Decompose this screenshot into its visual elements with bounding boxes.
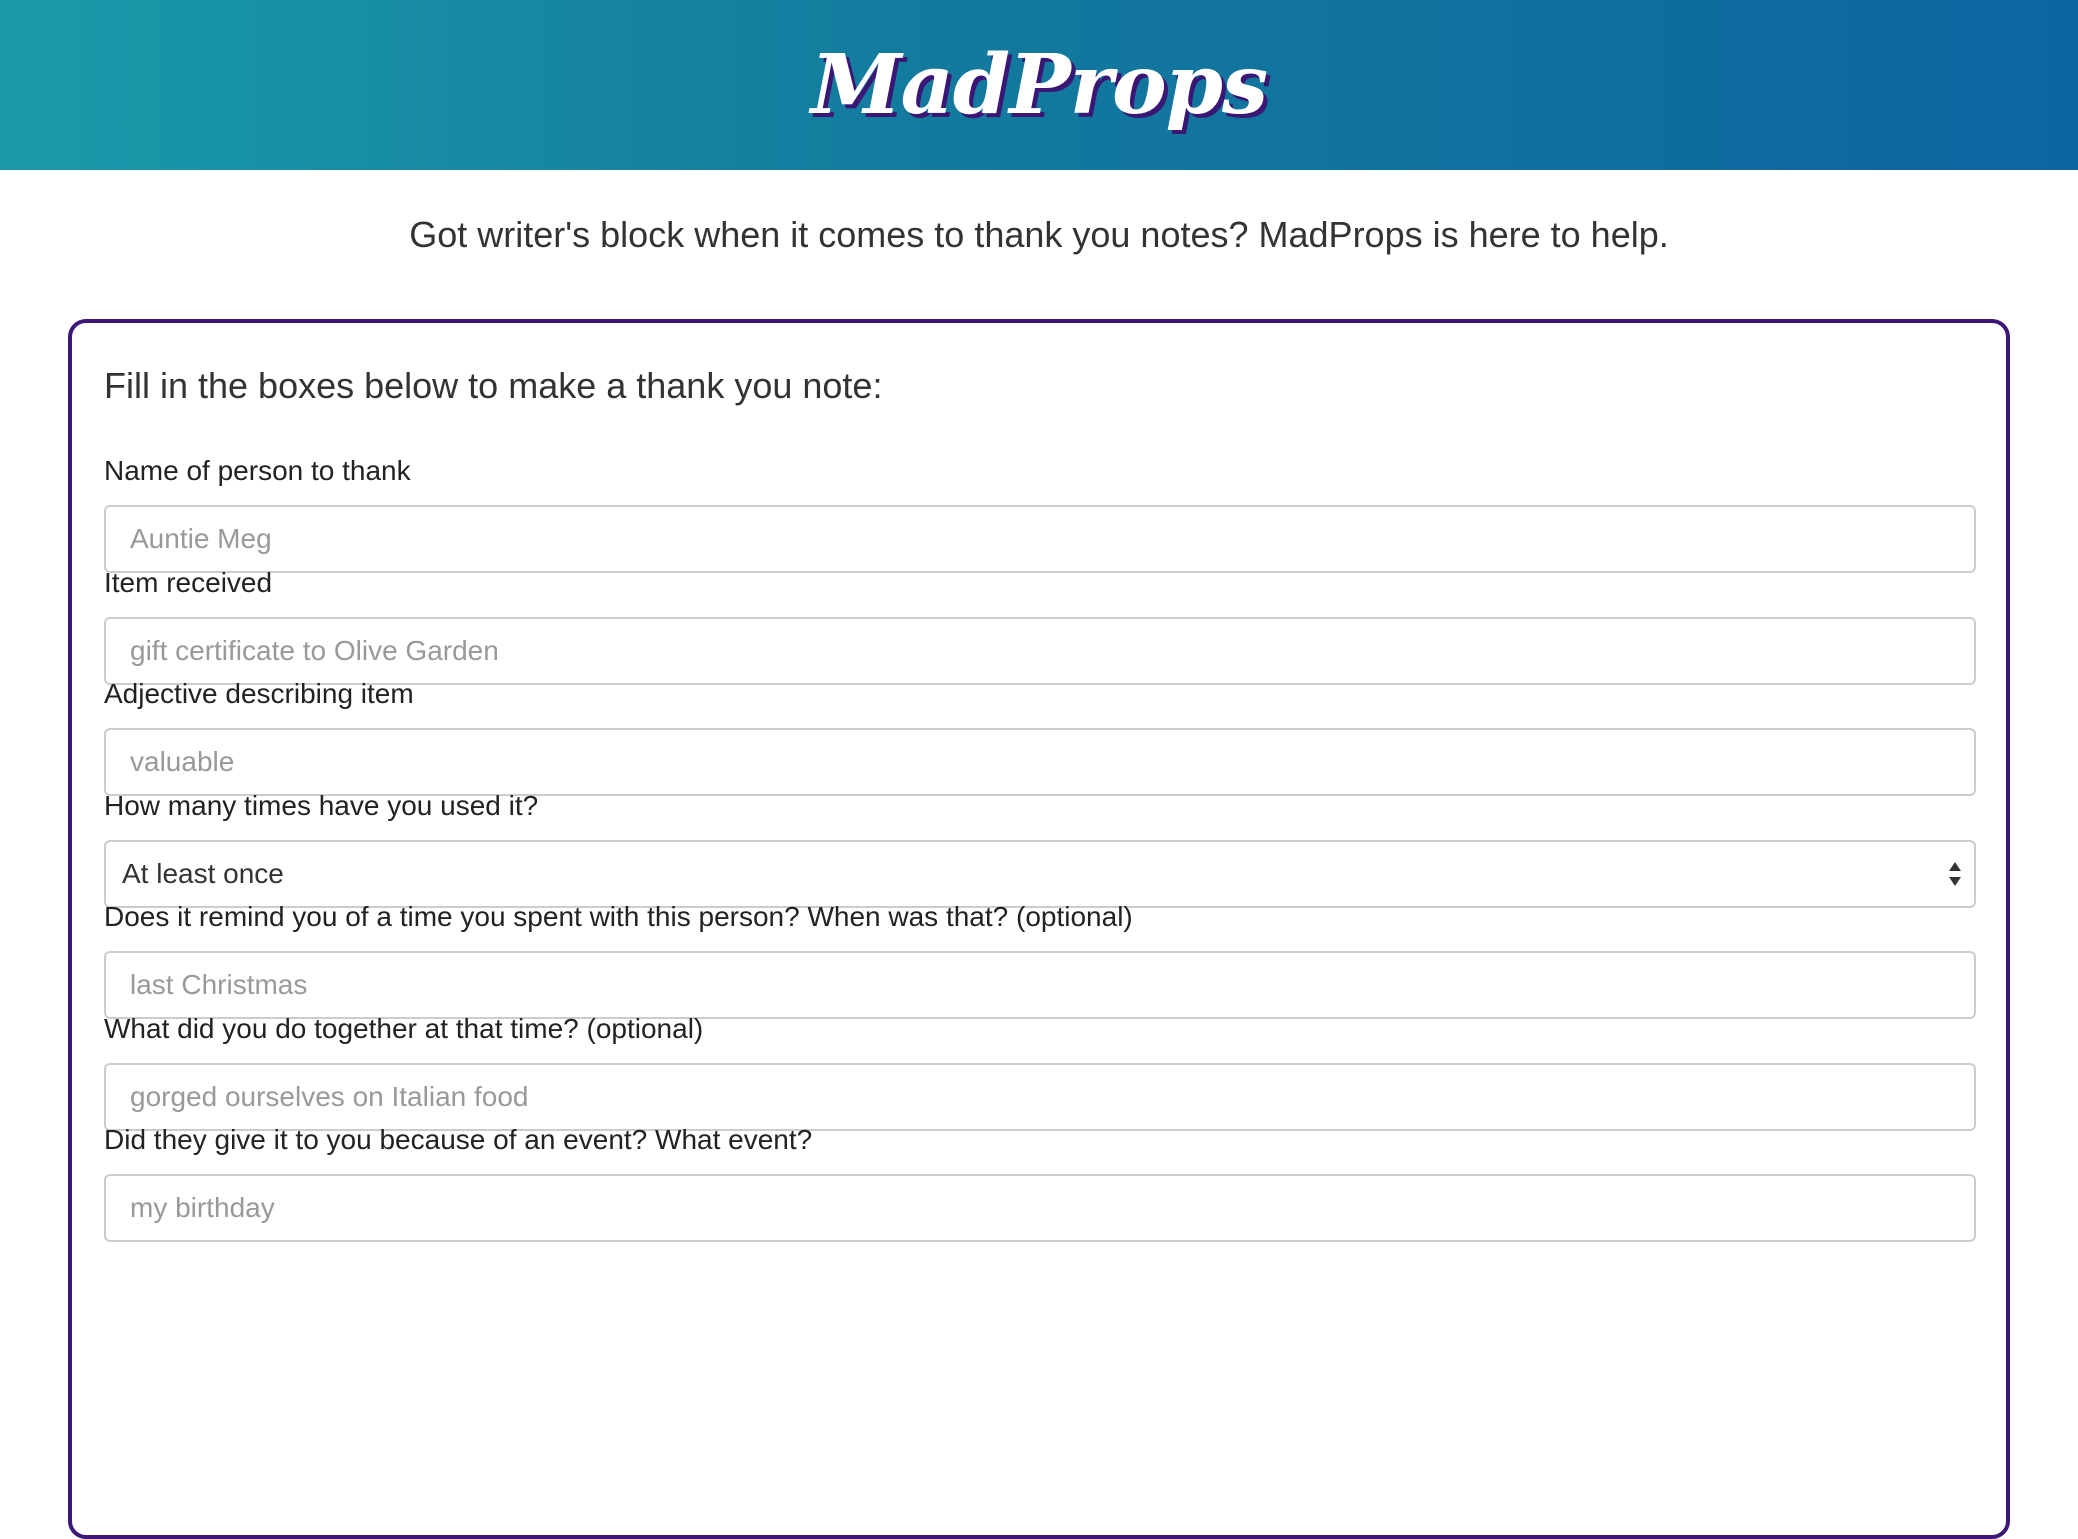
field-label-did-together: What did you do together at that time? (…: [104, 1013, 704, 1044]
field-label-adjective: Adjective describing item: [104, 678, 414, 709]
site-header: MadProps: [0, 0, 2078, 170]
field-label-times-used: How many times have you used it?: [104, 790, 539, 821]
select-updown-icon: [1949, 862, 1961, 886]
tagline: Got writer's block when it comes to than…: [409, 214, 1669, 255]
field-remind-time: Does it remind you of a time you spent w…: [104, 897, 1976, 1019]
form-title: Fill in the boxes below to make a thank …: [104, 365, 883, 406]
field-label-item-received: Item received: [104, 567, 273, 598]
field-times-used: How many times have you used it? At leas…: [104, 786, 1976, 908]
field-label-remind-time: Does it remind you of a time you spent w…: [104, 901, 1133, 932]
field-item-received: Item received: [104, 563, 1976, 685]
field-did-together: What did you do together at that time? (…: [104, 1009, 1976, 1131]
field-name-of-person: Name of person to thank: [104, 451, 1976, 573]
field-label-name-of-person: Name of person to thank: [104, 455, 411, 486]
brand-logo[interactable]: MadProps: [0, 30, 2078, 140]
field-event: Did they give it to you because of an ev…: [104, 1120, 1976, 1242]
field-label-event: Did they give it to you because of an ev…: [104, 1124, 813, 1155]
field-adjective: Adjective describing item: [104, 674, 1976, 796]
event-input[interactable]: [104, 1174, 1976, 1242]
note-form-card: Fill in the boxes below to make a thank …: [68, 319, 2010, 1539]
